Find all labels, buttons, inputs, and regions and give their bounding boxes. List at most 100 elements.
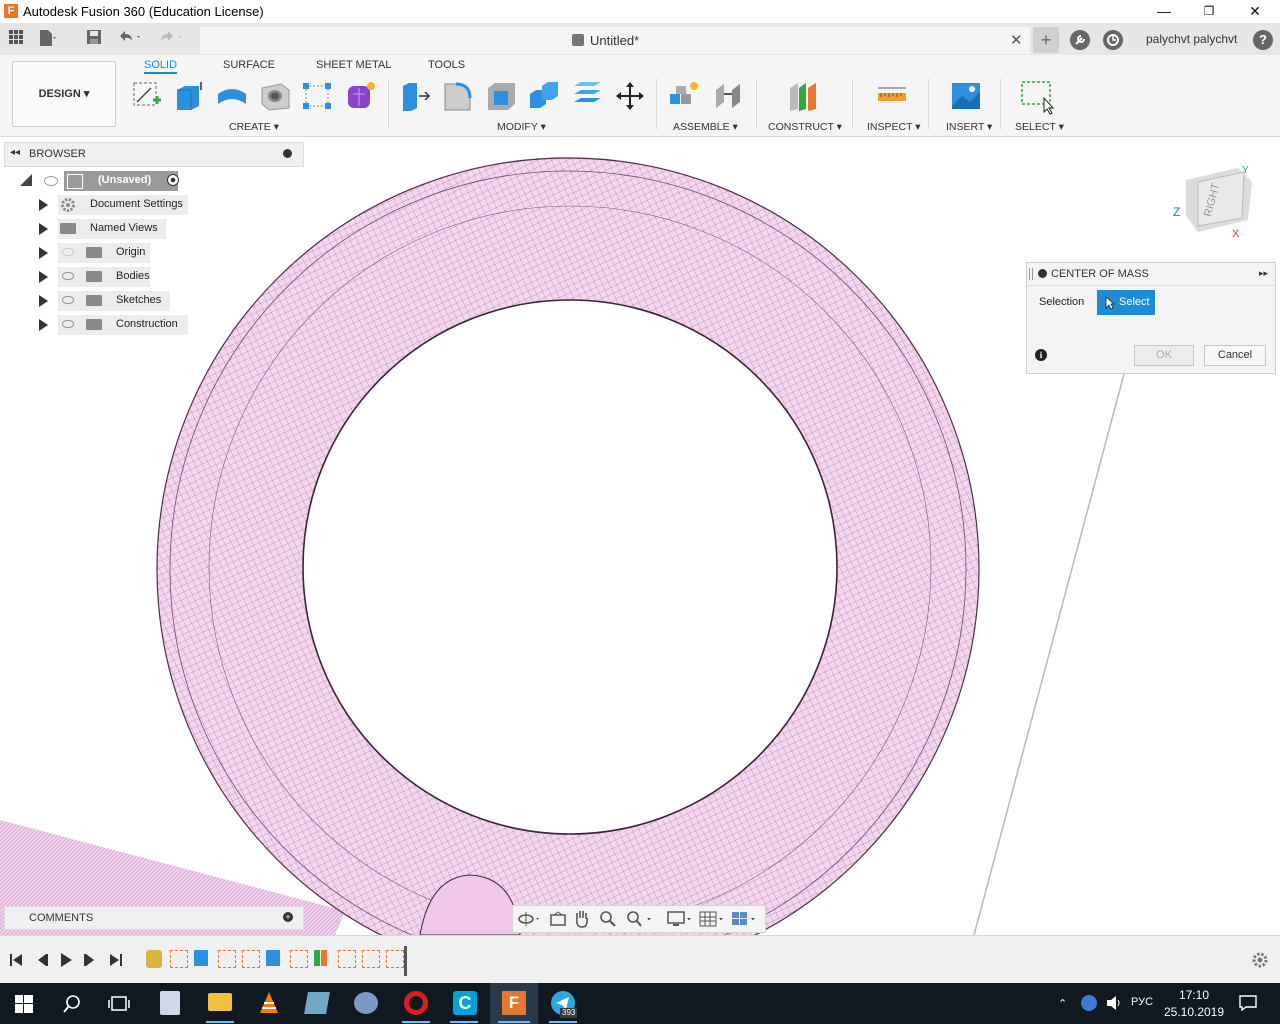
- add-comment-icon[interactable]: +: [283, 912, 293, 922]
- visibility-eye-icon[interactable]: [62, 272, 74, 280]
- go-to-end-icon[interactable]: [108, 952, 124, 971]
- timeline-sketch-icon[interactable]: [290, 950, 308, 968]
- paint-app-icon[interactable]: [354, 992, 378, 1014]
- timeline-sketch-icon[interactable]: [338, 950, 356, 968]
- offset-face-icon[interactable]: [571, 80, 603, 112]
- create-menu[interactable]: CREATE ▾: [229, 121, 279, 133]
- close-window-button[interactable]: ✕: [1232, 0, 1278, 23]
- minimize-button[interactable]: —: [1141, 0, 1187, 23]
- inspect-menu[interactable]: INSPECT ▾: [867, 121, 921, 133]
- go-to-start-icon[interactable]: [8, 952, 24, 971]
- restore-button[interactable]: ❐: [1186, 0, 1232, 23]
- data-panel-grid-icon[interactable]: [6, 29, 26, 49]
- collapse-browser-icon[interactable]: ◂◂: [10, 147, 20, 158]
- press-pull-icon[interactable]: [399, 80, 431, 112]
- tab-solid[interactable]: SOLID: [144, 59, 178, 74]
- form-icon[interactable]: [345, 80, 377, 112]
- clock-date[interactable]: 25.10.2019: [1160, 1005, 1228, 1019]
- shell-icon[interactable]: [485, 80, 517, 112]
- expand-arrow-icon[interactable]: [39, 319, 48, 331]
- zoom-icon[interactable]: [599, 910, 617, 931]
- job-status-icon[interactable]: [1103, 30, 1123, 50]
- visibility-eye-icon[interactable]: [62, 296, 74, 304]
- timeline-extrude-icon[interactable]: [194, 950, 208, 966]
- expanded-arrow-icon[interactable]: [20, 174, 32, 186]
- extensions-icon[interactable]: [1070, 30, 1090, 50]
- browser-item-sketches[interactable]: Sketches: [36, 290, 296, 312]
- combine-icon[interactable]: [528, 80, 560, 112]
- select-menu[interactable]: SELECT ▾: [1015, 121, 1064, 133]
- grid-settings-icon[interactable]: [699, 910, 727, 931]
- move-copy-icon[interactable]: [614, 80, 646, 112]
- browser-minimize-icon[interactable]: [283, 149, 292, 158]
- activate-radio-icon[interactable]: [167, 174, 179, 186]
- vlc-icon[interactable]: [258, 991, 280, 1018]
- opera-icon[interactable]: [404, 991, 428, 1015]
- step-forward-icon[interactable]: [82, 952, 98, 971]
- select-button[interactable]: Select: [1097, 290, 1155, 315]
- visibility-eye-icon[interactable]: [44, 176, 58, 186]
- timeline-sketch-icon[interactable]: [218, 950, 236, 968]
- visibility-eye-icon[interactable]: [62, 320, 74, 328]
- file-menu-icon[interactable]: [38, 29, 58, 49]
- help-icon[interactable]: ?: [1253, 30, 1273, 50]
- action-center-icon[interactable]: [1238, 994, 1258, 1015]
- expand-arrow-icon[interactable]: [39, 247, 48, 259]
- document-tab[interactable]: Untitled* ✕: [200, 27, 1030, 54]
- measure-icon[interactable]: [876, 80, 908, 112]
- redo-icon[interactable]: [158, 29, 181, 49]
- expand-arrow-icon[interactable]: [39, 271, 48, 283]
- timeline-sketch-icon[interactable]: [386, 950, 404, 968]
- user-account-name[interactable]: palychvt palychvt: [1146, 32, 1237, 46]
- joint-icon[interactable]: [712, 80, 744, 112]
- c-app-icon[interactable]: C: [453, 991, 477, 1015]
- info-icon[interactable]: i: [1035, 349, 1047, 361]
- hidden-eye-icon[interactable]: [62, 248, 74, 256]
- timeline-marker[interactable]: [404, 946, 407, 976]
- timeline-feature-icon[interactable]: [146, 950, 162, 968]
- timeline-sketch-icon[interactable]: [242, 950, 260, 968]
- cancel-button[interactable]: Cancel: [1204, 345, 1266, 366]
- timeline-settings-gear-icon[interactable]: [1251, 951, 1269, 972]
- ok-button[interactable]: OK: [1134, 345, 1194, 366]
- fit-zoom-icon[interactable]: [625, 910, 655, 931]
- assemble-menu[interactable]: ASSEMBLE ▾: [673, 121, 738, 133]
- expand-dialog-icon[interactable]: ▸▸: [1259, 268, 1268, 279]
- timeline-extrude-icon[interactable]: [266, 950, 280, 966]
- tab-sheet-metal[interactable]: SHEET METAL: [316, 59, 391, 71]
- timeline-plane-icon[interactable]: [321, 950, 327, 966]
- file-explorer-icon[interactable]: [208, 993, 232, 1011]
- timeline-plane-icon[interactable]: [314, 950, 320, 966]
- view-cube[interactable]: RIGHT Y Z X: [1168, 160, 1268, 250]
- play-icon[interactable]: [58, 952, 74, 971]
- extrude-icon[interactable]: [173, 80, 205, 112]
- clock-time[interactable]: 17:10: [1160, 988, 1228, 1002]
- drag-handle-icon[interactable]: [1029, 268, 1033, 280]
- browser-item-bodies[interactable]: Bodies: [36, 266, 296, 288]
- viewports-icon[interactable]: [731, 910, 759, 931]
- undo-icon[interactable]: [117, 29, 140, 49]
- timeline-sketch-icon[interactable]: [362, 950, 380, 968]
- expand-arrow-icon[interactable]: [39, 199, 48, 211]
- construct-menu[interactable]: CONSTRUCT ▾: [768, 121, 842, 133]
- close-tab-icon[interactable]: ✕: [1010, 31, 1023, 49]
- input-language[interactable]: РУС: [1131, 996, 1153, 1008]
- new-tab-button[interactable]: +: [1033, 27, 1059, 53]
- app-icon[interactable]: [304, 992, 330, 1014]
- browser-item-document-settings[interactable]: Document Settings: [36, 194, 296, 216]
- new-component-icon[interactable]: [668, 80, 700, 112]
- task-view-icon[interactable]: [108, 994, 130, 1017]
- hole-icon[interactable]: [259, 80, 291, 112]
- speaker-icon[interactable]: [1105, 994, 1123, 1015]
- workspace-switcher-button[interactable]: DESIGN ▾: [12, 61, 116, 127]
- insert-menu[interactable]: INSERT ▾: [946, 121, 992, 133]
- orbit-icon[interactable]: [517, 910, 541, 931]
- calculator-app-icon[interactable]: [160, 991, 180, 1015]
- network-globe-icon[interactable]: [1081, 995, 1097, 1011]
- timeline-sketch-icon[interactable]: [170, 950, 188, 968]
- browser-item-named-views[interactable]: Named Views: [36, 218, 296, 240]
- display-settings-icon[interactable]: [667, 910, 695, 931]
- window-select-icon[interactable]: [1020, 80, 1055, 115]
- modify-menu[interactable]: MODIFY ▾: [497, 121, 546, 133]
- insert-image-icon[interactable]: [950, 80, 982, 112]
